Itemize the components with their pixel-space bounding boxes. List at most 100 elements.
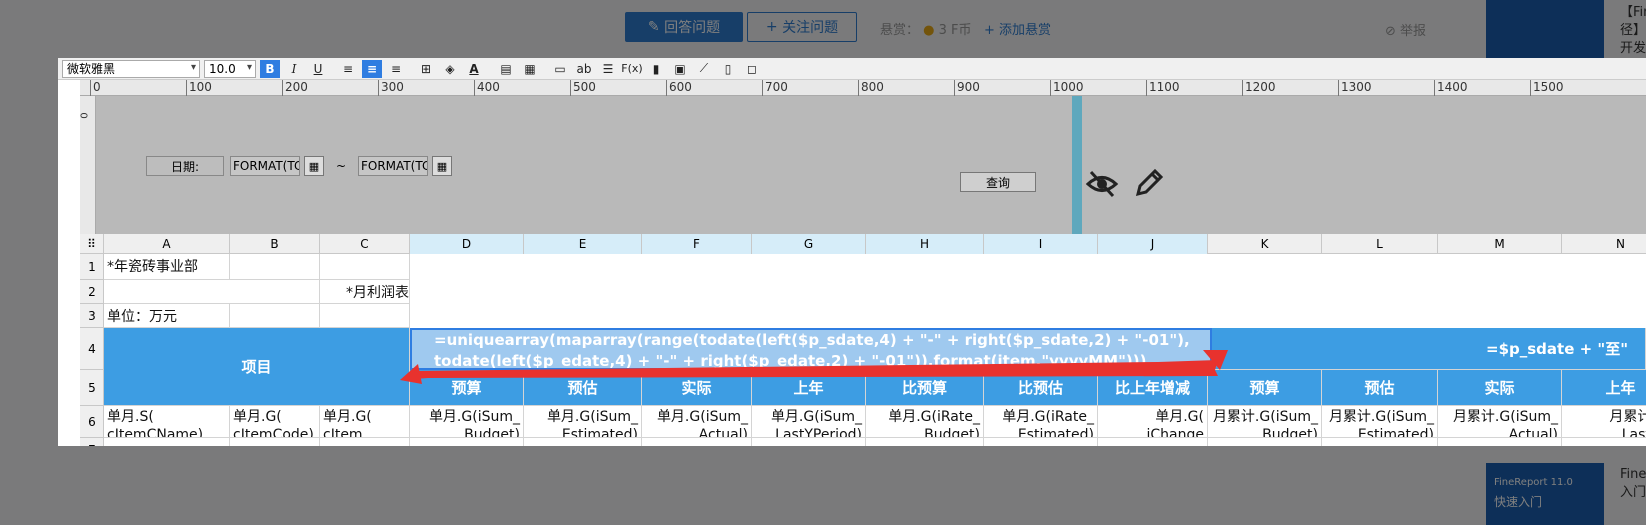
- calendar-icon[interactable]: ▦: [304, 156, 324, 176]
- column-header-n[interactable]: N: [1562, 234, 1646, 254]
- empty-cell[interactable]: [230, 438, 320, 446]
- row-header-6[interactable]: 6: [80, 406, 104, 438]
- eye-slash-icon[interactable]: [1085, 169, 1119, 199]
- column-header-f[interactable]: F: [642, 234, 752, 254]
- column-header-g[interactable]: G: [752, 234, 866, 254]
- border-style-icon[interactable]: ◻: [742, 60, 762, 78]
- column-header-m[interactable]: M: [1438, 234, 1562, 254]
- end-date-field[interactable]: FORMAT(TC: [358, 156, 428, 176]
- formula-cell-a6[interactable]: 单月.S( cItemCName): [104, 406, 230, 438]
- start-date-field[interactable]: FORMAT(TC: [230, 156, 300, 176]
- insert-chart-icon[interactable]: ▮: [646, 60, 666, 78]
- row-header-2[interactable]: 2: [80, 280, 104, 304]
- formula-cell-d6[interactable]: 单月.G(iSum_ Budget): [410, 406, 524, 438]
- formula-cell-k6[interactable]: 月累计.G(iSum_ Budget): [1208, 406, 1322, 438]
- bold-button[interactable]: B: [260, 59, 280, 78]
- empty-cell[interactable]: [866, 438, 984, 446]
- header-cell-e5[interactable]: 预估: [524, 370, 642, 406]
- header-cell-l5[interactable]: 预估: [1322, 370, 1438, 406]
- column-header-h[interactable]: H: [866, 234, 984, 254]
- formula-cell-k4[interactable]: =$p_sdate + "至": [1212, 328, 1646, 370]
- cell-a3[interactable]: 单位：万元: [104, 304, 230, 328]
- rich-text-icon[interactable]: ☰: [598, 60, 618, 78]
- empty-cell[interactable]: [320, 438, 410, 446]
- formula-cell-g6[interactable]: 单月.G(iSum_ LastYPeriod): [752, 406, 866, 438]
- subreport-icon[interactable]: ▯: [718, 60, 738, 78]
- formula-cell-j6[interactable]: 单月.G( iChange: [1098, 406, 1208, 438]
- cell-b1[interactable]: [230, 254, 320, 280]
- row-header-1[interactable]: 1: [80, 254, 104, 280]
- insert-formula-button[interactable]: F(x): [621, 60, 642, 78]
- merge-cell-icon[interactable]: ▤: [496, 60, 516, 78]
- fill-color-icon[interactable]: ◈: [440, 60, 460, 78]
- column-header-b[interactable]: B: [230, 234, 320, 254]
- insert-image-icon[interactable]: ▣: [670, 60, 690, 78]
- column-header-d[interactable]: D: [410, 234, 524, 254]
- column-header-e[interactable]: E: [524, 234, 642, 254]
- font-family-select[interactable]: 微软雅黑 ▾: [62, 59, 200, 78]
- formula-cell-h6[interactable]: 单月.G(iRate_ Budget): [866, 406, 984, 438]
- empty-cell[interactable]: [524, 438, 642, 446]
- header-cell-d5[interactable]: 预算: [410, 370, 524, 406]
- empty-cell[interactable]: [1098, 438, 1208, 446]
- pencil-icon[interactable]: [1134, 166, 1164, 198]
- formula-cell-i6[interactable]: 单月.G(iRate_ Estimated): [984, 406, 1098, 438]
- column-header-c[interactable]: C: [320, 234, 410, 254]
- empty-cell[interactable]: [642, 438, 752, 446]
- grid-icon[interactable]: ▦: [520, 60, 540, 78]
- formula-cell-b6[interactable]: 单月.G( cItemCode): [230, 406, 320, 438]
- align-center-icon[interactable]: ≡: [362, 59, 382, 78]
- formula-cell-n6[interactable]: 月累计.G(i LastYPe: [1562, 406, 1646, 438]
- empty-cell[interactable]: [984, 438, 1098, 446]
- empty-cell[interactable]: [1322, 438, 1438, 446]
- header-cell-k5[interactable]: 预算: [1208, 370, 1322, 406]
- column-header-i[interactable]: I: [984, 234, 1098, 254]
- formula-cell-l6[interactable]: 月累计.G(iSum_ Estimated): [1322, 406, 1438, 438]
- italic-button[interactable]: I: [284, 60, 304, 78]
- underline-button[interactable]: U: [308, 60, 328, 78]
- project-header-cell[interactable]: 项目: [104, 328, 410, 406]
- formula-cell-f6[interactable]: 单月.G(iSum_ Actual): [642, 406, 752, 438]
- empty-cell[interactable]: [752, 438, 866, 446]
- empty-cell[interactable]: [410, 438, 524, 446]
- header-cell-i5[interactable]: 比预估: [984, 370, 1098, 406]
- header-cell-f5[interactable]: 实际: [642, 370, 752, 406]
- calendar-icon[interactable]: ▦: [432, 156, 452, 176]
- cell-a1[interactable]: *年瓷砖事业部: [104, 254, 230, 280]
- border-icon[interactable]: ⊞: [416, 60, 436, 78]
- header-cell-g5[interactable]: 上年: [752, 370, 866, 406]
- column-header-l[interactable]: L: [1322, 234, 1438, 254]
- align-right-icon[interactable]: ≡: [386, 60, 406, 78]
- column-header-k[interactable]: K: [1208, 234, 1322, 254]
- header-cell-h5[interactable]: 比预算: [866, 370, 984, 406]
- cell-a2-b2[interactable]: [104, 280, 320, 304]
- header-cell-m5[interactable]: 实际: [1438, 370, 1562, 406]
- empty-cell[interactable]: [1562, 438, 1646, 446]
- formula-cell-c6[interactable]: 单月.G( cItem: [320, 406, 410, 438]
- cell-c2[interactable]: *月利润表: [320, 280, 410, 304]
- cell-b3[interactable]: [230, 304, 320, 328]
- insert-ab-button[interactable]: ab: [574, 60, 594, 78]
- row-header-3[interactable]: 3: [80, 304, 104, 328]
- cell-c3[interactable]: [320, 304, 410, 328]
- header-cell-j5[interactable]: 比上年增减: [1098, 370, 1208, 406]
- font-size-select[interactable]: 10.0 ▾: [204, 59, 256, 78]
- slash-icon[interactable]: ⟋: [694, 60, 714, 78]
- select-all-corner[interactable]: ⠿: [80, 234, 104, 254]
- formula-cell-m6[interactable]: 月累计.G(iSum_ Actual): [1438, 406, 1562, 438]
- empty-cell[interactable]: [1438, 438, 1562, 446]
- query-button[interactable]: 查询: [960, 172, 1036, 192]
- empty-cell[interactable]: [1208, 438, 1322, 446]
- formula-cell-e6[interactable]: 单月.G(iSum_ Estimated): [524, 406, 642, 438]
- row-header-5[interactable]: 5: [80, 370, 104, 406]
- row-header-7[interactable]: 7: [80, 438, 104, 447]
- align-left-icon[interactable]: ≡: [338, 60, 358, 78]
- insert-text-icon[interactable]: ▭: [550, 60, 570, 78]
- font-color-button[interactable]: A: [464, 60, 484, 78]
- empty-cell[interactable]: [104, 438, 230, 446]
- column-header-j[interactable]: J: [1098, 234, 1208, 254]
- selected-formula-cell-d4[interactable]: =uniquearray(maparray(range(todate(left(…: [410, 328, 1212, 370]
- cell-c1[interactable]: [320, 254, 410, 280]
- row-header-4[interactable]: 4: [80, 328, 104, 370]
- header-cell-n5[interactable]: 上年: [1562, 370, 1646, 406]
